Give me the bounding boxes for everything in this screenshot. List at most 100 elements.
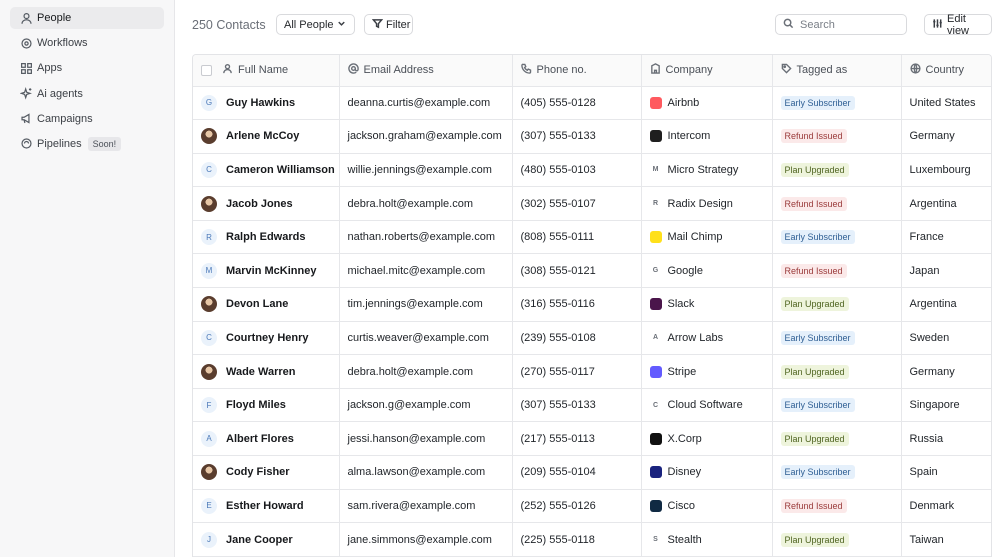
table-row[interactable]: M Marvin McKinney michael.mitc@example.c…	[193, 253, 991, 289]
cell-full-name: Wade Warren	[193, 354, 340, 389]
contact-name[interactable]: Courtney Henry	[226, 332, 309, 344]
table-row[interactable]: Arlene McCoy jackson.graham@example.com …	[193, 119, 991, 154]
cell-tag: Early Subscriber	[772, 220, 902, 255]
table-row[interactable]: E Esther Howard sam.rivera@example.com (…	[193, 489, 991, 524]
table-row[interactable]: F Floyd Miles jackson.g@example.com (307…	[193, 388, 991, 423]
person-icon	[18, 10, 34, 26]
company-logo-icon: R	[652, 200, 659, 208]
cell-tag: Refund Issued	[772, 253, 902, 289]
contact-name[interactable]: Albert Flores	[226, 433, 294, 445]
cell-email: jessi.hanson@example.com	[339, 421, 513, 457]
phone-icon	[520, 63, 537, 77]
sidebar-item-pipelines[interactable]: Pipelines Soon!	[10, 133, 164, 155]
column-label: Country	[925, 64, 965, 77]
cell-email: nathan.roberts@example.com	[339, 220, 513, 255]
table-row[interactable]: C Cameron Williamson willie.jennings@exa…	[193, 153, 991, 188]
contact-name[interactable]: Cameron Williamson	[226, 164, 335, 176]
company-logo-icon	[649, 499, 662, 512]
contact-name[interactable]: Floyd Miles	[226, 399, 286, 411]
cell-country: Russia	[901, 421, 991, 457]
tag-badge: Early Subscriber	[780, 230, 855, 245]
cell-email: curtis.weaver@example.com	[339, 321, 513, 356]
tag-badge: Plan Upgraded	[780, 532, 849, 547]
cell-company: Airbnb	[641, 86, 773, 121]
column-header-company[interactable]: Company	[641, 55, 773, 87]
search-input[interactable]	[800, 18, 900, 31]
contact-name[interactable]: Esther Howard	[226, 500, 304, 512]
cell-country: France	[901, 220, 991, 255]
cell-tag: Refund Issued	[772, 489, 902, 524]
column-header-phone[interactable]: Phone no.	[512, 55, 642, 87]
contact-name[interactable]: Marvin McKinney	[226, 265, 316, 277]
table-row[interactable]: A Albert Flores jessi.hanson@example.com…	[193, 421, 991, 457]
company-name: Intercom	[667, 130, 711, 143]
tag-badge: Early Subscriber	[780, 465, 855, 480]
company-logo-icon: G	[652, 267, 659, 275]
cell-company: X.Corp	[641, 421, 773, 457]
sidebar-item-workflows[interactable]: Workflows	[10, 32, 164, 54]
sidebar-item-apps[interactable]: Apps	[10, 57, 164, 79]
table-row[interactable]: Wade Warren debra.holt@example.com (270)…	[193, 354, 991, 389]
contact-name[interactable]: Cody Fisher	[226, 466, 290, 478]
contact-name[interactable]: Ralph Edwards	[226, 231, 305, 243]
cell-full-name: C Courtney Henry	[193, 321, 340, 356]
cell-email: sam.rivera@example.com	[339, 489, 513, 524]
filter-button[interactable]: Filter	[364, 14, 413, 35]
tag-badge: Early Subscriber	[780, 398, 855, 413]
tag-badge: Refund Issued	[780, 129, 847, 144]
column-label: Tagged as	[796, 64, 848, 77]
view-select[interactable]: All People	[276, 14, 355, 35]
sidebar-item-people[interactable]: People	[10, 7, 164, 29]
sliders-icon	[932, 18, 947, 32]
cell-phone: (316) 555-0116	[512, 287, 642, 322]
table-row[interactable]: Jacob Jones debra.holt@example.com (302)…	[193, 186, 991, 221]
select-all-checkbox[interactable]	[201, 64, 212, 76]
avatar: M	[201, 262, 217, 279]
column-header-tagged-as[interactable]: Tagged as	[772, 55, 902, 87]
cell-full-name: A Albert Flores	[193, 421, 340, 457]
cell-country: Germany	[901, 119, 991, 154]
sidebar-item-ai-agents[interactable]: Ai agents	[10, 83, 164, 105]
table-row[interactable]: G Guy Hawkins deanna.curtis@example.com …	[193, 86, 991, 121]
company-name: Mail Chimp	[667, 231, 723, 244]
contact-name[interactable]: Guy Hawkins	[226, 97, 295, 109]
toolbar: 250 Contacts All People Filter Edit view	[192, 13, 992, 37]
company-name: Slack	[667, 298, 695, 311]
column-label: Phone no.	[536, 64, 587, 77]
cell-company: Mail Chimp	[641, 220, 773, 255]
sidebar-item-campaigns[interactable]: Campaigns	[10, 108, 164, 130]
cell-phone: (252) 555-0126	[512, 489, 642, 524]
contact-name[interactable]: Jacob Jones	[226, 198, 293, 210]
cell-full-name: M Marvin McKinney	[193, 253, 340, 289]
search-box[interactable]	[775, 14, 907, 35]
contact-name[interactable]: Jane Cooper	[226, 534, 293, 546]
apps-icon	[18, 60, 34, 76]
megaphone-icon	[18, 111, 34, 127]
company-logo-icon	[649, 96, 662, 109]
cell-phone: (405) 555-0128	[512, 86, 642, 121]
company-logo-icon: M	[652, 166, 659, 174]
table-row[interactable]: J Jane Cooper jane.simmons@example.com (…	[193, 522, 991, 557]
cell-company: Slack	[641, 287, 773, 322]
sidebar-item-label: Campaigns	[37, 112, 93, 125]
table-row[interactable]: R Ralph Edwards nathan.roberts@example.c…	[193, 220, 991, 255]
column-header-full-name[interactable]: Full Name	[193, 55, 340, 87]
view-select-label: All People	[284, 18, 334, 31]
soon-badge: Soon!	[87, 136, 122, 151]
chevron-down-icon	[336, 18, 347, 32]
contact-name[interactable]: Arlene McCoy	[226, 130, 299, 142]
column-header-country[interactable]: Country	[901, 55, 991, 87]
cell-country: Germany	[901, 354, 991, 389]
contact-name[interactable]: Devon Lane	[226, 298, 288, 310]
contact-name[interactable]: Wade Warren	[226, 366, 295, 378]
cell-email: debra.holt@example.com	[339, 186, 513, 221]
cell-tag: Plan Upgraded	[772, 522, 902, 557]
table-row[interactable]: Devon Lane tim.jennings@example.com (316…	[193, 287, 991, 322]
table-row[interactable]: Cody Fisher alma.lawson@example.com (209…	[193, 455, 991, 490]
table-row[interactable]: C Courtney Henry curtis.weaver@example.c…	[193, 321, 991, 356]
edit-view-button[interactable]: Edit view	[924, 13, 992, 37]
avatar: F	[201, 397, 217, 414]
column-header-email[interactable]: Email Address	[339, 55, 513, 87]
cell-phone: (225) 555-0118	[512, 522, 642, 557]
sidebar-item-label: Workflows	[37, 37, 88, 50]
